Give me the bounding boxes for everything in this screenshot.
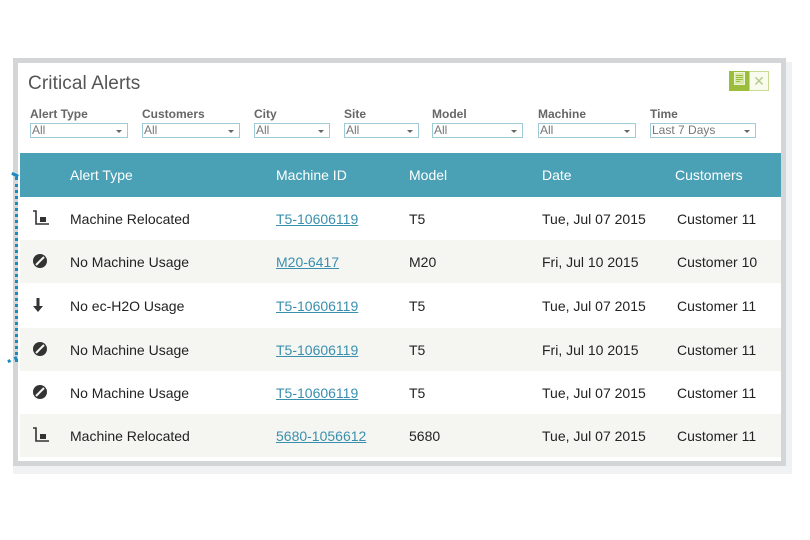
chevron-down-icon — [116, 130, 122, 133]
table-row[interactable]: No ec-H2O Usage T5-10606119 T5 Tue, Jul 07 … — [20, 284, 781, 327]
machine-id-link[interactable]: 5680-1056612 — [276, 428, 366, 444]
frame-shadow — [786, 62, 792, 472]
date-cell: Tue, Jul 07 2015 — [542, 385, 646, 401]
selected-value: All — [540, 123, 554, 137]
chevron-down-icon — [228, 130, 234, 133]
arrow-down-icon — [32, 297, 44, 318]
filter-time: Time Last 7 Days — [650, 107, 756, 138]
alert-type-cell: No Machine Usage — [70, 254, 190, 270]
date-cell: Fri, Jul 10 2015 — [542, 254, 639, 270]
filter-site: Site All — [344, 107, 419, 138]
selected-value: All — [256, 123, 270, 137]
customer-cell: Customer 11 — [677, 428, 757, 444]
no-usage-icon — [32, 384, 48, 405]
machine-id-link[interactable]: T5-10606119 — [276, 385, 358, 401]
critical-alerts-widget: Critical Alerts ✕ Alert Type All Custome… — [18, 63, 781, 461]
customer-cell: Customer 11 — [677, 298, 757, 314]
site-select[interactable]: All — [344, 123, 419, 138]
table-row[interactable]: No Machine Usage T5-10606119 T5 Tue, Jul 07… — [20, 371, 781, 414]
machine-select[interactable]: All — [538, 123, 636, 138]
filter-alert-type: Alert Type All — [30, 107, 128, 138]
selected-value: All — [346, 123, 360, 137]
alert-type-select[interactable]: All — [30, 123, 128, 138]
machine-id-link[interactable]: M20-6417 — [276, 254, 339, 270]
filter-label: Customers — [142, 107, 205, 121]
relocate-cart-icon — [32, 210, 50, 231]
table-row[interactable]: Machine Relocated T5-10606119 T5 Tue, Jul 0… — [20, 197, 781, 240]
chevron-down-icon — [624, 130, 630, 133]
column-header-date[interactable]: Date — [542, 167, 572, 183]
chevron-down-icon — [511, 130, 517, 133]
customers-select[interactable]: All — [142, 123, 240, 138]
document-icon — [733, 72, 745, 90]
time-select[interactable]: Last 7 Days — [650, 123, 756, 138]
table-row[interactable]: No Machine Usage T5-10606119 T5 Fri, Jul 10… — [20, 328, 781, 371]
filter-label: Alert Type — [30, 107, 88, 121]
no-usage-icon — [32, 341, 48, 362]
alert-type-cell: No Machine Usage — [70, 342, 190, 358]
model-cell: T5 — [409, 385, 426, 401]
filter-label: Site — [344, 107, 367, 121]
filter-label: Model — [432, 107, 467, 121]
column-header-model[interactable]: Model — [409, 167, 447, 183]
customer-cell: Customer 11 — [677, 211, 757, 227]
filter-city: City All — [254, 107, 330, 138]
customer-cell: Customer 10 — [677, 254, 758, 270]
selection-bracket — [15, 177, 24, 362]
filter-customers: Customers All — [142, 107, 240, 138]
selected-value: Last 7 Days — [652, 123, 716, 137]
filter-label: Machine — [538, 107, 587, 121]
city-select[interactable]: All — [254, 123, 330, 138]
no-usage-icon — [32, 253, 48, 274]
customer-cell: Customer 11 — [677, 385, 757, 401]
selected-value: All — [144, 123, 158, 137]
filter-model: Model All — [432, 107, 523, 138]
model-select[interactable]: All — [432, 123, 523, 138]
column-header-customers[interactable]: Customers — [675, 167, 743, 183]
table-header: Alert Type Machine ID Model Date Custome… — [20, 153, 781, 197]
frame-shadow — [13, 466, 792, 474]
model-cell: T5 — [409, 211, 426, 227]
date-cell: Tue, Jul 07 2015 — [542, 428, 646, 444]
date-cell: Tue, Jul 07 2015 — [542, 298, 646, 314]
model-cell: T5 — [409, 342, 426, 358]
selected-value: All — [32, 123, 46, 137]
widget-title: Critical Alerts — [28, 73, 141, 94]
model-cell: 5680 — [409, 428, 441, 444]
table-row[interactable]: No Machine Usage M20-6417 M20 Fri, Jul 10 2… — [20, 240, 781, 283]
chevron-down-icon — [407, 130, 413, 133]
machine-id-link[interactable]: T5-10606119 — [276, 298, 358, 314]
chevron-down-icon — [744, 130, 750, 133]
alert-type-cell: No ec-H2O Usage — [70, 298, 185, 314]
filter-label: Time — [650, 107, 678, 121]
column-header-alert-type[interactable]: Alert Type — [70, 167, 133, 183]
machine-id-link[interactable]: T5-10606119 — [276, 342, 358, 358]
alert-type-cell: Machine Relocated — [70, 211, 190, 227]
chevron-down-icon — [318, 130, 324, 133]
close-icon: ✕ — [753, 73, 765, 89]
date-cell: Tue, Jul 07 2015 — [542, 211, 646, 227]
table-row[interactable]: Machine Relocated 5680-1056612 5680 Tue, Ju… — [20, 414, 781, 457]
widget-actions: ✕ — [729, 71, 769, 91]
column-header-machine-id[interactable]: Machine ID — [276, 167, 347, 183]
relocate-cart-icon — [32, 427, 50, 448]
filter-label: City — [254, 107, 277, 121]
alert-type-cell: No Machine Usage — [70, 385, 190, 401]
alert-type-cell: Machine Relocated — [70, 428, 190, 444]
model-cell: T5 — [409, 298, 426, 314]
filter-machine: Machine All — [538, 107, 636, 138]
close-button[interactable]: ✕ — [749, 71, 769, 91]
export-button[interactable] — [729, 71, 749, 91]
date-cell: Fri, Jul 10 2015 — [542, 342, 639, 358]
customer-cell: Customer 11 — [677, 342, 757, 358]
model-cell: M20 — [409, 254, 437, 270]
machine-id-link[interactable]: T5-10606119 — [276, 211, 358, 227]
selected-value: All — [434, 123, 448, 137]
